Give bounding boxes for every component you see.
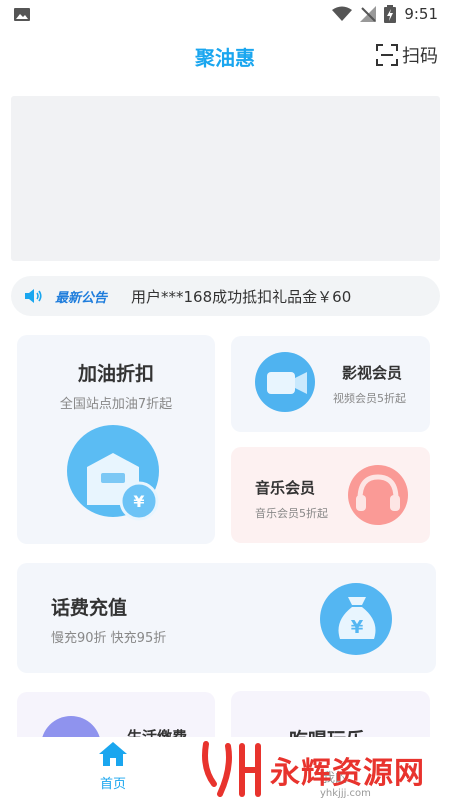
notice-tag: 最新公告: [55, 290, 108, 306]
status-bar: 9:51: [0, 0, 450, 30]
no-signal-icon: [360, 6, 377, 22]
site-watermark: 永辉资源网 yhkjjj.com: [190, 738, 450, 800]
battery-charging-icon: [384, 5, 397, 23]
scan-button[interactable]: 扫码: [376, 42, 438, 68]
music-membership-subtitle: 音乐会员5折起: [255, 507, 328, 520]
headphones-icon: [348, 465, 408, 525]
svg-text:¥: ¥: [133, 492, 144, 511]
app-header: 聚油惠 扫码: [0, 36, 450, 76]
fuel-discount-title: 加油折扣: [77, 363, 154, 385]
video-camera-icon: [255, 352, 315, 412]
svg-text:¥: ¥: [351, 617, 364, 638]
image-notification-icon: [14, 8, 30, 21]
money-bag-icon: ¥: [320, 583, 392, 655]
phone-topup-title: 话费充值: [51, 597, 128, 619]
video-membership-card[interactable]: 影视会员 视频会员5折起: [231, 336, 430, 432]
phone-topup-subtitle: 慢充90折 快充95折: [51, 631, 167, 646]
music-membership-title: 音乐会员: [255, 479, 316, 497]
watermark-text: 永辉资源网: [270, 756, 425, 791]
gas-station-icon: ¥: [67, 425, 159, 521]
scan-icon: [376, 44, 398, 66]
video-membership-title: 影视会员: [341, 364, 402, 382]
wifi-icon: [332, 6, 353, 21]
watermark-url: yhkjjj.com: [320, 788, 371, 799]
notice-bar[interactable]: 最新公告 用户***168成功抵扣礼品金￥60: [11, 276, 440, 316]
scan-label: 扫码: [402, 46, 438, 67]
notice-text: 用户***168成功抵扣礼品金￥60: [131, 287, 352, 306]
fuel-discount-subtitle: 全国站点加油7折起: [59, 397, 173, 412]
tab-home-label: 首页: [99, 777, 126, 792]
speaker-icon: [25, 289, 42, 303]
status-time: 9:51: [404, 5, 438, 23]
phone-topup-card[interactable]: 话费充值 慢充90折 快充95折 ¥: [17, 563, 436, 673]
music-membership-card[interactable]: 音乐会员 音乐会员5折起: [231, 447, 430, 543]
watermark-logo-icon: [202, 741, 261, 797]
video-membership-subtitle: 视频会员5折起: [333, 392, 406, 405]
tab-home[interactable]: 首页: [84, 741, 142, 792]
home-icon: [99, 742, 127, 766]
fuel-discount-card[interactable]: 加油折扣 全国站点加油7折起 ¥: [17, 335, 215, 544]
banner-carousel[interactable]: [11, 96, 440, 261]
